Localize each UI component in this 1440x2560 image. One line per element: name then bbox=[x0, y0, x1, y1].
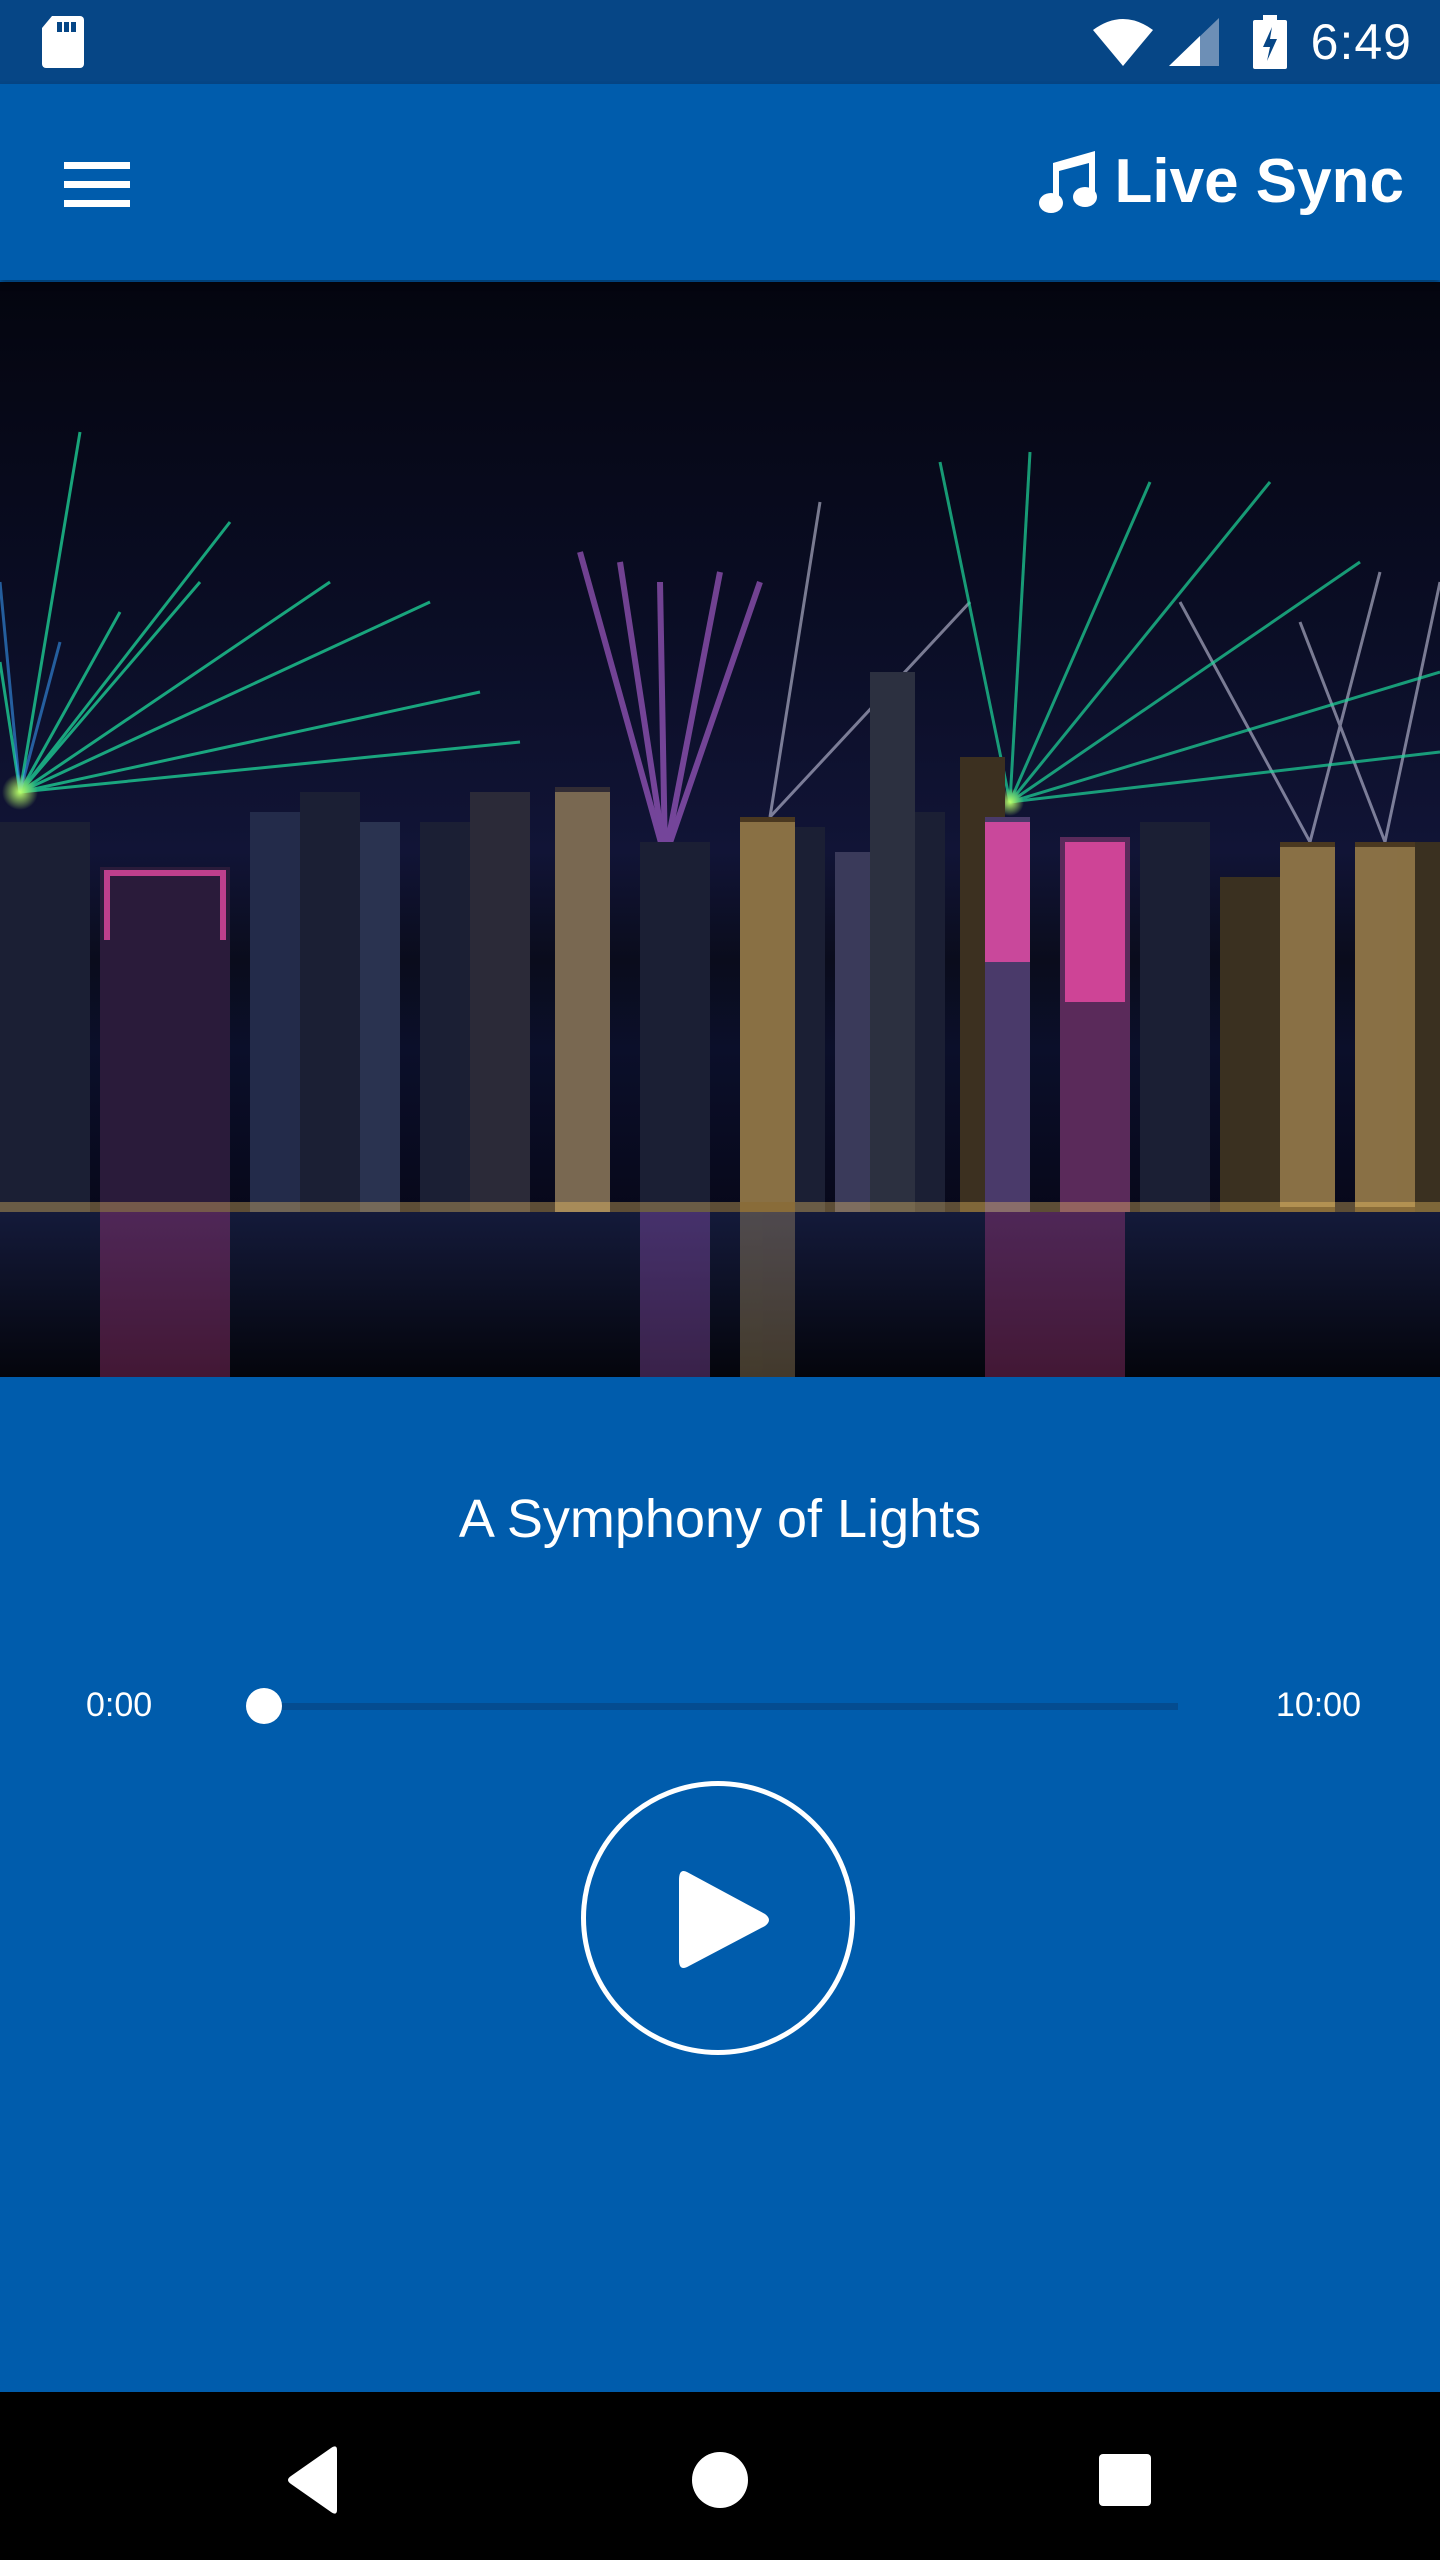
track-title: A Symphony of Lights bbox=[458, 1489, 982, 1549]
cell-signal-icon bbox=[1168, 18, 1219, 66]
elapsed-time: 0:00 bbox=[86, 1686, 153, 1724]
back-button[interactable] bbox=[265, 2432, 361, 2528]
seek-thumb[interactable] bbox=[246, 1688, 282, 1724]
duration-time: 10:00 bbox=[1275, 1686, 1361, 1724]
play-button[interactable] bbox=[581, 1781, 855, 2055]
status-bar: 6:49 bbox=[0, 0, 1440, 84]
hero-image bbox=[0, 282, 1440, 1377]
skyline-illustration bbox=[0, 431, 1440, 1377]
wifi-icon bbox=[1092, 19, 1153, 66]
app-title-text: Live Sync bbox=[1114, 146, 1404, 216]
sd-card-icon bbox=[42, 16, 84, 68]
home-button[interactable] bbox=[672, 2432, 768, 2528]
status-clock: 6:49 bbox=[1310, 14, 1412, 70]
app-title: Live Sync bbox=[1038, 146, 1404, 216]
back-icon bbox=[288, 2446, 337, 2514]
recents-button[interactable] bbox=[1077, 2432, 1173, 2528]
recents-icon bbox=[1099, 2454, 1151, 2506]
status-icons: 6:49 bbox=[1091, 0, 1412, 84]
seek-track bbox=[262, 1703, 1178, 1710]
navigation-bar bbox=[0, 2392, 1440, 2560]
battery-charging-icon bbox=[1252, 15, 1287, 69]
music-note-icon bbox=[1038, 151, 1097, 213]
home-icon bbox=[692, 2452, 748, 2508]
seek-bar[interactable] bbox=[246, 1688, 1178, 1724]
menu-button[interactable] bbox=[56, 152, 140, 216]
play-icon bbox=[679, 1871, 769, 1968]
app-bar: Live Sync bbox=[0, 84, 1440, 280]
